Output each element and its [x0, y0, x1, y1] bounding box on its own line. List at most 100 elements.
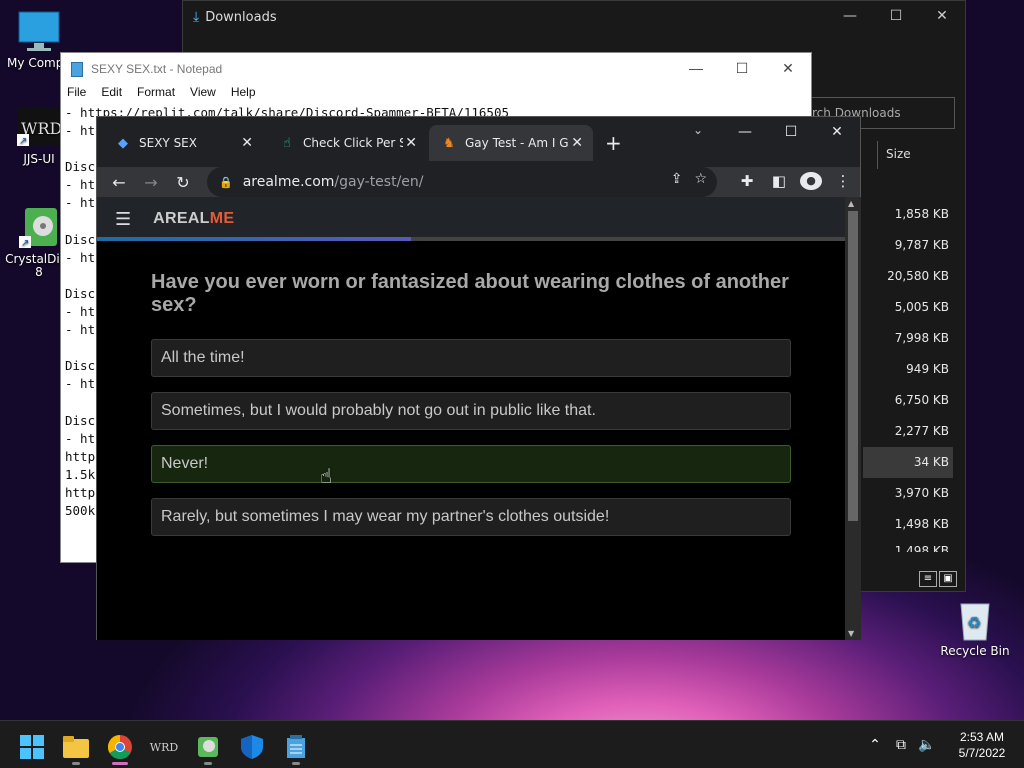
disk-icon — [198, 737, 218, 757]
answer-option-2[interactable]: Sometimes, but I would probably not go o… — [151, 392, 791, 430]
start-button[interactable] — [12, 729, 52, 765]
logo-accent: ME — [209, 210, 235, 227]
page-scrollbar[interactable]: ▲ ▼ — [845, 197, 861, 640]
tab-check-click[interactable]: ☝ Check Click Per Se ✕ — [267, 125, 427, 161]
monitor-icon — [17, 10, 61, 54]
download-arrow-icon: ⤓ — [193, 9, 200, 25]
desktop-icon-recycle-bin[interactable]: ♻ Recycle Bin — [936, 598, 1014, 658]
tab-label: SEXY SEX — [139, 136, 197, 150]
network-icon[interactable]: ⧉ — [888, 737, 914, 753]
notepad-icon — [287, 735, 305, 758]
maximize-button[interactable]: ☐ — [719, 53, 765, 83]
share-icon[interactable]: ⇪ — [671, 171, 683, 187]
clock[interactable]: 2:53 AM 5/7/2022 — [940, 729, 1024, 761]
new-tab-button[interactable]: + — [605, 131, 622, 155]
side-panel-icon[interactable]: ◧ — [768, 172, 790, 190]
tab-close-icon[interactable]: ✕ — [405, 135, 417, 151]
menu-file[interactable]: File — [67, 85, 86, 103]
scroll-down-arrow-icon[interactable]: ▼ — [848, 629, 854, 638]
menu-view[interactable]: View — [190, 85, 216, 103]
minimize-button[interactable]: — — [722, 117, 768, 147]
taskbar: WRD ⌃ ⧉ 🔈 2:53 AM 5/7/2022 — [0, 720, 1024, 768]
taskbar-jjs-ui[interactable]: WRD — [144, 729, 184, 765]
running-indicator — [72, 762, 80, 765]
chrome-logo-icon — [108, 735, 132, 759]
system-tray: ⌃ ⧉ 🔈 2:53 AM 5/7/2022 — [862, 721, 1024, 768]
running-indicator — [292, 762, 300, 765]
file-size: 949 KB — [906, 362, 949, 376]
file-size: 1,498 KB — [894, 544, 949, 552]
file-size: 9,787 KB — [894, 238, 949, 252]
tab-search-chevron-icon[interactable]: ⌄ — [693, 123, 703, 137]
desktop-icon-label: Recycle Bin — [940, 644, 1010, 658]
close-button[interactable]: ✕ — [814, 117, 860, 147]
file-size: 2,277 KB — [894, 424, 949, 438]
file-size: 1,858 KB — [894, 207, 949, 221]
size-column: 1,858 KB 9,787 KB 20,580 KB 5,005 KB 7,9… — [863, 199, 953, 552]
file-size: 20,580 KB — [887, 269, 949, 283]
shield-icon — [241, 735, 263, 759]
file-size: 1,498 KB — [894, 517, 949, 531]
tab-close-icon[interactable]: ✕ — [571, 135, 583, 151]
disk-icon: ↗ — [17, 204, 61, 250]
app-shortcut-icon: WRD — [149, 740, 179, 754]
clock-time: 2:53 AM — [959, 730, 1005, 744]
kebab-menu-icon[interactable]: ⋮ — [832, 172, 854, 190]
file-size: 3,970 KB — [894, 486, 949, 500]
menu-format[interactable]: Format — [137, 85, 175, 103]
minimize-button[interactable]: — — [827, 1, 873, 31]
hand-cursor-icon: ☝ — [320, 464, 333, 488]
chrome-window: ◆ SEXY SEX ✕ ☝ Check Click Per Se ✕ ♞ Ga… — [96, 116, 861, 640]
bird-favicon-icon: ◆ — [118, 135, 128, 151]
details-view-icon[interactable]: ≡ — [919, 571, 937, 587]
size-column-header[interactable]: Size — [877, 141, 961, 169]
taskbar-file-explorer[interactable] — [56, 729, 96, 765]
windows-logo-icon — [20, 735, 44, 759]
extensions-puzzle-icon[interactable]: ✚ — [736, 172, 758, 190]
profile-avatar-icon[interactable]: ● — [800, 172, 822, 190]
lock-icon: 🔒 — [219, 175, 233, 189]
forward-arrow-icon[interactable]: → — [135, 173, 167, 192]
notepad-titlebar[interactable]: SEXY SEX.txt - Notepad — ☐ ✕ — [61, 53, 811, 85]
url-domain: arealme.com — [242, 174, 335, 190]
address-bar[interactable]: 🔒 arealme.com/gay-test/en/ ⇪ ☆ — [207, 167, 717, 197]
taskbar-notepad[interactable] — [276, 729, 316, 765]
question-text: Have you ever worn or fantasized about w… — [151, 271, 789, 316]
file-size-selected[interactable]: 34 KB — [863, 447, 953, 478]
scrollbar-thumb[interactable] — [848, 211, 858, 521]
tab-sexy-sex[interactable]: ◆ SEXY SEX ✕ — [103, 125, 263, 161]
file-size: 7,998 KB — [894, 331, 949, 345]
bookmark-star-icon[interactable]: ☆ — [694, 171, 707, 187]
close-button[interactable]: ✕ — [765, 53, 811, 83]
svg-text:♻: ♻ — [967, 613, 981, 632]
taskbar-crystaldisk[interactable] — [188, 729, 228, 765]
menu-help[interactable]: Help — [231, 85, 256, 103]
site-logo[interactable]: AREALME — [153, 210, 234, 228]
close-button[interactable]: ✕ — [919, 1, 965, 31]
back-arrow-icon[interactable]: ← — [103, 173, 135, 192]
scroll-up-arrow-icon[interactable]: ▲ — [848, 199, 854, 208]
tab-gay-test[interactable]: ♞ Gay Test - Am I Ga ✕ — [429, 125, 593, 161]
tab-close-icon[interactable]: ✕ — [241, 135, 253, 151]
view-toggle: ≡ ▣ — [919, 571, 957, 587]
maximize-button[interactable]: ☐ — [768, 117, 814, 147]
menu-edit[interactable]: Edit — [101, 85, 122, 103]
minimize-button[interactable]: — — [673, 53, 719, 83]
answer-option-1[interactable]: All the time! — [151, 339, 791, 377]
taskbar-chrome[interactable] — [100, 729, 140, 765]
reload-icon[interactable]: ↻ — [167, 173, 199, 192]
taskbar-security[interactable] — [232, 729, 272, 765]
answer-option-4[interactable]: Rarely, but sometimes I may wear my part… — [151, 498, 791, 536]
answer-option-3[interactable]: Never! — [151, 445, 791, 483]
hamburger-menu-icon[interactable]: ☰ — [115, 209, 131, 230]
maximize-button[interactable]: ☐ — [873, 1, 919, 31]
volume-icon[interactable]: 🔈 — [914, 737, 940, 753]
file-size: 6,750 KB — [894, 393, 949, 407]
chevron-up-icon[interactable]: ⌃ — [862, 737, 888, 753]
quiz-progress-bar — [97, 237, 845, 241]
tab-label: Check Click Per Se — [303, 136, 403, 150]
pointer-hand-icon: ☝ — [283, 135, 291, 151]
tiles-view-icon[interactable]: ▣ — [939, 571, 957, 587]
tab-strip: ◆ SEXY SEX ✕ ☝ Check Click Per Se ✕ ♞ Ga… — [97, 117, 860, 167]
active-indicator — [112, 762, 128, 765]
